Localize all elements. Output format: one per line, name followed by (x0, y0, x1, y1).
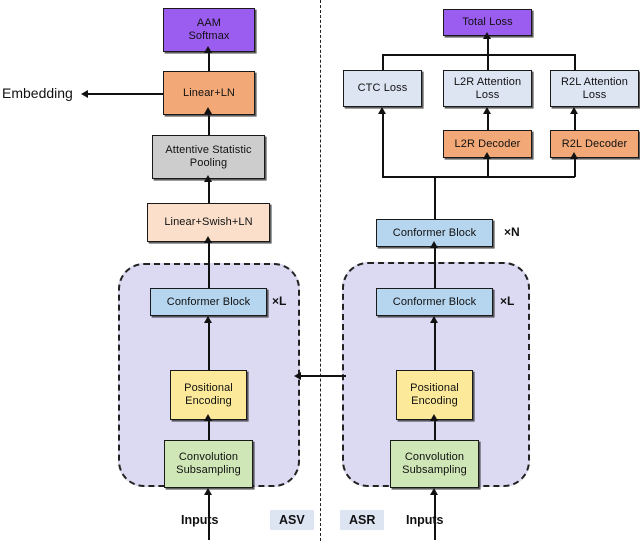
line-asv-conformer-to-linearswish (208, 242, 210, 288)
arrowhead-asv-pos-to-conformer (203, 316, 212, 323)
line-asv-linearswish-to-pooling (208, 181, 210, 203)
node-asr-conformer-block-l-label: Conformer Block (392, 295, 477, 308)
arrowhead-bus-to-r2l-decoder (569, 152, 578, 159)
node-r2l-decoder-label: R2L Decoder (561, 137, 628, 150)
line-asv-conv-to-pos (208, 420, 210, 440)
node-ctc-loss[interactable]: CTC Loss (343, 70, 422, 107)
arrowhead-bus-to-total-loss (482, 32, 491, 39)
node-r2l-attention-loss[interactable]: R2L Attention Loss (550, 70, 639, 107)
node-r2l-decoder[interactable]: R2L Decoder (550, 130, 639, 158)
arrowhead-l2r-decoder-to-loss (482, 107, 491, 114)
arrowhead-asr-conv-to-pos (429, 414, 438, 421)
arrowhead-bus-to-ctc (377, 107, 386, 114)
line-asr-conformer-l-to-n (434, 247, 436, 288)
arrowhead-embedding (81, 89, 88, 98)
asr-conv-line2: Subsampling (402, 464, 467, 476)
node-asr-conformer-block-l[interactable]: Conformer Block (376, 288, 493, 316)
arrowhead-r2l-decoder-to-loss (569, 107, 578, 114)
node-asv-convolution-subsampling-label: Convolution Subsampling (170, 451, 247, 476)
node-linear-ln-label: Linear+LN (183, 86, 235, 99)
line-asv-pooling-to-linear (208, 113, 210, 135)
pooling-line2: Pooling (189, 157, 228, 169)
node-linear-swish-ln-label: Linear+Swish+LN (164, 216, 253, 229)
arrowhead-bus-to-l2r-decoder (482, 152, 491, 159)
asv-tag: ASV (270, 510, 314, 530)
node-asr-convolution-subsampling-label: Convolution Subsampling (396, 451, 473, 476)
node-asr-positional-encoding[interactable]: Positional Encoding (396, 370, 473, 420)
asr-pos-line2: Encoding (411, 395, 458, 407)
line-embedding (88, 93, 168, 95)
asv-inputs-label: Inputs (181, 513, 219, 527)
aam-line2: Softmax (188, 30, 230, 42)
line-bus-to-total-loss (487, 38, 489, 55)
asr-tag: ASR (340, 510, 385, 530)
arrowhead-asr-conformer-l-to-n (429, 241, 438, 248)
node-asr-positional-encoding-label: Positional Encoding (404, 382, 465, 407)
arrowhead-asv-input (203, 488, 212, 495)
r2l-loss-line1: R2L Attention (561, 75, 628, 88)
arrowhead-asv-conv-to-pos (203, 414, 212, 421)
line-cross-branch (300, 375, 346, 377)
node-asr-convolution-subsampling[interactable]: Convolution Subsampling (390, 440, 479, 488)
line-bus-to-ctc (382, 113, 384, 177)
node-ctc-loss-label: CTC Loss (357, 82, 408, 95)
aam-line1: AAM (196, 17, 222, 30)
node-asv-conformer-block[interactable]: Conformer Block (150, 288, 267, 316)
bus-encoder-output (382, 176, 575, 178)
l2r-loss-line1: L2R Attention (453, 75, 522, 88)
node-asv-conformer-block-label: Conformer Block (166, 295, 251, 308)
embedding-label: Embedding (2, 85, 73, 101)
pooling-line1: Attentive Statistic (165, 144, 252, 157)
asr-conformer-n-repeat-label: ×N (504, 225, 520, 239)
line-asr-conformer-n-up (434, 176, 436, 219)
arrowhead-asv-linear-to-aam (203, 46, 212, 53)
line-asr-conv-to-pos (434, 420, 436, 440)
asv-asr-divider (320, 0, 321, 541)
asv-pos-line2: Encoding (185, 395, 232, 407)
arrowhead-cross-branch (294, 371, 301, 380)
arrowhead-asv-pooling-to-linear (203, 107, 212, 114)
node-attentive-statistic-pooling[interactable]: Attentive Statistic Pooling (152, 135, 265, 179)
line-r2l-decoder-to-loss (574, 113, 576, 130)
line-asv-pos-to-conformer (208, 322, 210, 370)
node-aam-softmax-label: AAM Softmax (182, 17, 235, 42)
line-bus-to-l2r-decoder (487, 158, 489, 177)
arrowhead-asr-input (429, 488, 438, 495)
node-asv-convolution-subsampling[interactable]: Convolution Subsampling (164, 440, 253, 488)
line-r2l-loss-to-bus (574, 54, 576, 70)
node-asr-conformer-block-n-label: Conformer Block (392, 226, 477, 239)
diagram-canvas: AAM Softmax Linear+LN Attentive Statisti… (0, 0, 640, 541)
node-l2r-attention-loss-label: L2R Attention Loss (448, 76, 527, 101)
line-asv-linear-to-aam (208, 52, 210, 71)
node-total-loss-label: Total Loss (462, 16, 513, 29)
asv-conv-line2: Subsampling (176, 464, 241, 476)
line-bus-to-r2l-decoder (574, 158, 576, 177)
node-attentive-pooling-label: Attentive Statistic Pooling (159, 144, 257, 169)
asr-inputs-label: Inputs (406, 513, 444, 527)
arrowhead-asv-linearswish-to-pooling (203, 175, 212, 182)
node-asv-positional-encoding-label: Positional Encoding (178, 382, 239, 407)
asv-conformer-repeat-label: ×L (272, 294, 287, 308)
line-l2r-loss-to-bus (487, 54, 489, 70)
line-ctc-to-bus (382, 54, 384, 70)
asr-conv-line1: Convolution (404, 451, 465, 464)
arrowhead-asr-pos-to-conformer-l (429, 316, 438, 323)
node-asv-positional-encoding[interactable]: Positional Encoding (170, 370, 247, 420)
asv-pos-line1: Positional (184, 382, 233, 395)
line-l2r-decoder-to-loss (487, 113, 489, 130)
line-asr-pos-to-conformer-l (434, 322, 436, 370)
arrowhead-asv-conformer-to-linearswish (203, 236, 212, 243)
asr-pos-line1: Positional (410, 382, 459, 395)
asv-conv-line1: Convolution (178, 451, 239, 464)
node-l2r-decoder-label: L2R Decoder (454, 137, 521, 150)
bus-total-loss (382, 54, 575, 56)
node-l2r-attention-loss[interactable]: L2R Attention Loss (443, 70, 532, 107)
l2r-loss-line2: Loss (475, 88, 500, 101)
r2l-loss-line2: Loss (582, 88, 607, 101)
asr-conformer-l-repeat-label: ×L (500, 294, 515, 308)
node-r2l-attention-loss-label: R2L Attention Loss (555, 76, 634, 101)
